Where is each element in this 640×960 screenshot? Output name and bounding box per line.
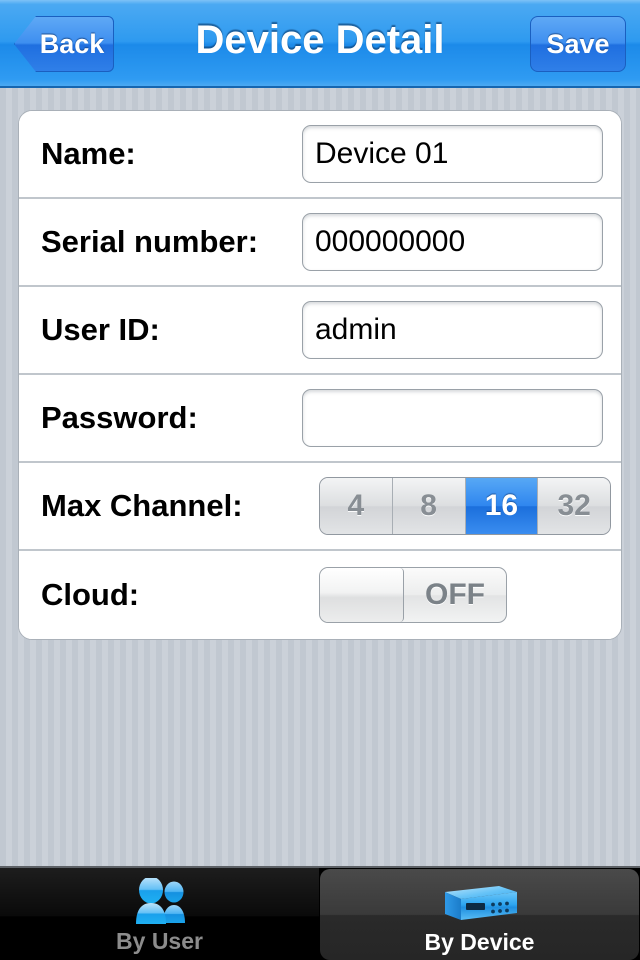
- form-row-max-channel: Max Channel: 4 8 16 32: [19, 463, 621, 551]
- cloud-label: Cloud:: [41, 577, 140, 612]
- form-row-name: Name:: [19, 111, 621, 199]
- user-id-input[interactable]: [302, 301, 603, 359]
- user-id-field-wrap: [302, 301, 603, 359]
- user-id-label: User ID:: [41, 312, 160, 347]
- password-input[interactable]: [302, 389, 603, 447]
- serial-number-label: Serial number:: [41, 224, 259, 259]
- tab-by-device[interactable]: By Device: [320, 869, 639, 960]
- segment-option-32[interactable]: 32: [538, 478, 610, 534]
- max-channel-label: Max Channel:: [41, 488, 243, 523]
- dvr-device-icon: [439, 877, 521, 927]
- tab-by-device-label: By Device: [424, 929, 535, 955]
- toggle-knob[interactable]: [320, 568, 404, 622]
- save-button-label: Save: [546, 28, 610, 59]
- form-row-serial-number: Serial number:: [19, 199, 621, 287]
- two-people-icon: [128, 876, 192, 926]
- device-detail-screen: Back Device Detail Save Name: Serial num…: [0, 0, 640, 960]
- name-field-wrap: [302, 125, 603, 183]
- tab-bar: By User By Device: [0, 866, 640, 960]
- segment-option-16[interactable]: 16: [465, 478, 539, 534]
- device-detail-form: Name: Serial number: User ID: Password:: [18, 110, 622, 640]
- cloud-toggle-switch[interactable]: OFF: [319, 567, 507, 623]
- segment-option-4[interactable]: 4: [320, 478, 393, 534]
- password-field-wrap: [302, 389, 603, 447]
- tab-by-user-label: By User: [116, 928, 203, 954]
- name-label: Name:: [41, 136, 136, 171]
- save-button[interactable]: Save: [530, 16, 626, 72]
- tab-by-user[interactable]: By User: [0, 868, 319, 960]
- segment-option-8[interactable]: 8: [392, 478, 466, 534]
- max-channel-segmented-control[interactable]: 4 8 16 32: [319, 477, 611, 535]
- navigation-bar: Back Device Detail Save: [0, 0, 640, 88]
- toggle-state-label: OFF: [425, 578, 485, 611]
- form-row-password: Password:: [19, 375, 621, 463]
- form-row-cloud: Cloud: OFF: [19, 551, 621, 639]
- password-label: Password:: [41, 400, 198, 435]
- form-row-user-id: User ID:: [19, 287, 621, 375]
- serial-number-input[interactable]: [302, 213, 603, 271]
- serial-number-field-wrap: [302, 213, 603, 271]
- name-input[interactable]: [302, 125, 603, 183]
